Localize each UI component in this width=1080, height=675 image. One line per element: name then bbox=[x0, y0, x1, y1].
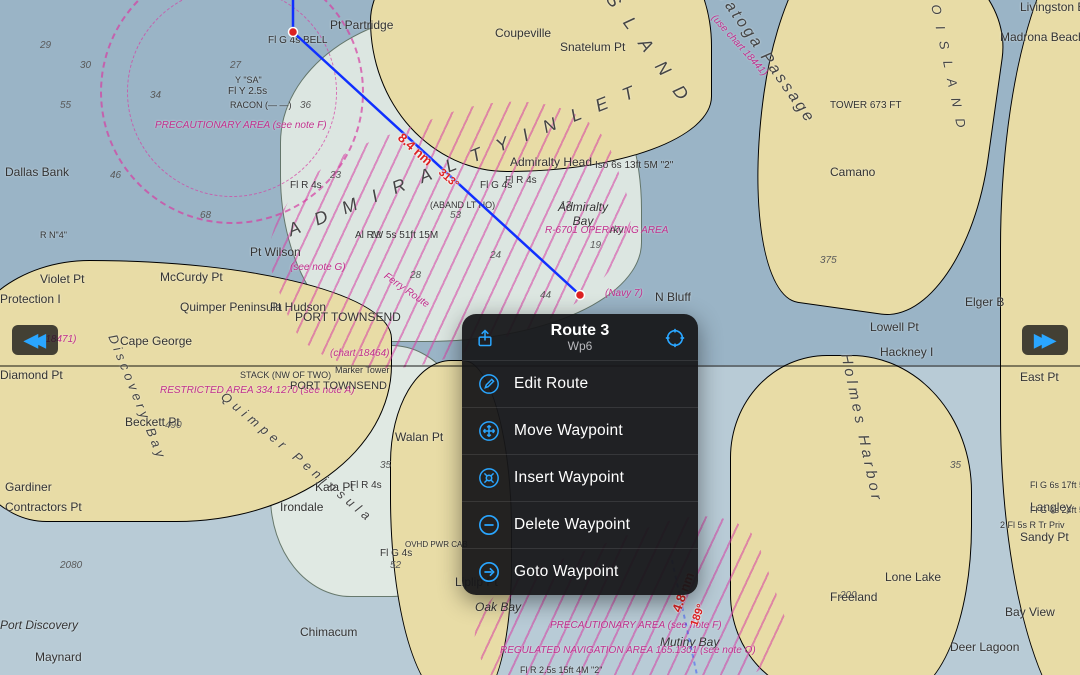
depth-sounding: 29 bbox=[40, 40, 51, 51]
landmass bbox=[735, 0, 1017, 326]
popover-header: Route 3 Wp6 bbox=[462, 314, 698, 360]
next-chart-button[interactable]: ▶▶ bbox=[1022, 325, 1068, 355]
move-circle-icon bbox=[478, 420, 500, 442]
map-label: Lowell Pt bbox=[870, 320, 919, 334]
map-label: Elger B bbox=[965, 295, 1004, 309]
menu-item-goto-waypoint[interactable]: Goto Waypoint bbox=[462, 548, 698, 595]
map-note: (use chart 18441) bbox=[709, 13, 770, 79]
menu-item-label: Insert Waypoint bbox=[514, 469, 624, 487]
menu-item-label: Delete Waypoint bbox=[514, 516, 630, 534]
map-label: Chimacum bbox=[300, 625, 357, 639]
menu-item-label: Goto Waypoint bbox=[514, 563, 619, 581]
map-label: N Bluff bbox=[655, 290, 691, 304]
menu-item-insert-waypoint[interactable]: Insert Waypoint bbox=[462, 454, 698, 501]
app-viewport: 29 30 55 34 46 68 27 36 23 18 28 53 24 1… bbox=[0, 0, 1080, 675]
map-label: Port Discovery bbox=[0, 618, 78, 632]
share-icon bbox=[475, 328, 495, 348]
arrow-circle-icon bbox=[478, 561, 500, 583]
depth-sounding: 55 bbox=[60, 100, 71, 111]
map-label: Deer Lagoon bbox=[950, 640, 1019, 654]
menu-item-label: Move Waypoint bbox=[514, 422, 623, 440]
fast-forward-icon: ▶▶ bbox=[1034, 331, 1050, 349]
menu-item-move-waypoint[interactable]: Move Waypoint bbox=[462, 407, 698, 454]
rewind-icon: ◀◀ bbox=[24, 331, 40, 349]
menu-item-label: Edit Route bbox=[514, 375, 588, 393]
target-button[interactable] bbox=[662, 325, 688, 351]
pencil-circle-icon bbox=[478, 373, 500, 395]
depth-sounding: 2080 bbox=[60, 560, 82, 571]
depth-sounding: 46 bbox=[110, 170, 121, 181]
depth-sounding: 30 bbox=[80, 60, 91, 71]
popover-title: Route 3 bbox=[498, 322, 662, 340]
map-note: R N"4" bbox=[40, 230, 67, 240]
target-icon bbox=[664, 327, 686, 349]
menu-item-edit-route[interactable]: Edit Route bbox=[462, 360, 698, 407]
waypoint-popover: Route 3 Wp6 Edit Route bbox=[462, 314, 698, 595]
menu-item-delete-waypoint[interactable]: Delete Waypoint bbox=[462, 501, 698, 548]
popover-subtitle: Wp6 bbox=[498, 340, 662, 354]
map-label: Maynard bbox=[35, 650, 82, 664]
prev-chart-button[interactable]: ◀◀ bbox=[12, 325, 58, 355]
map-label: Dallas Bank bbox=[5, 165, 69, 179]
minus-circle-icon bbox=[478, 514, 500, 536]
insert-circle-icon bbox=[478, 467, 500, 489]
map-label: Hackney I bbox=[880, 345, 933, 359]
share-button[interactable] bbox=[472, 325, 498, 351]
popover-menu: Edit Route Move Waypoint bbox=[462, 360, 698, 595]
